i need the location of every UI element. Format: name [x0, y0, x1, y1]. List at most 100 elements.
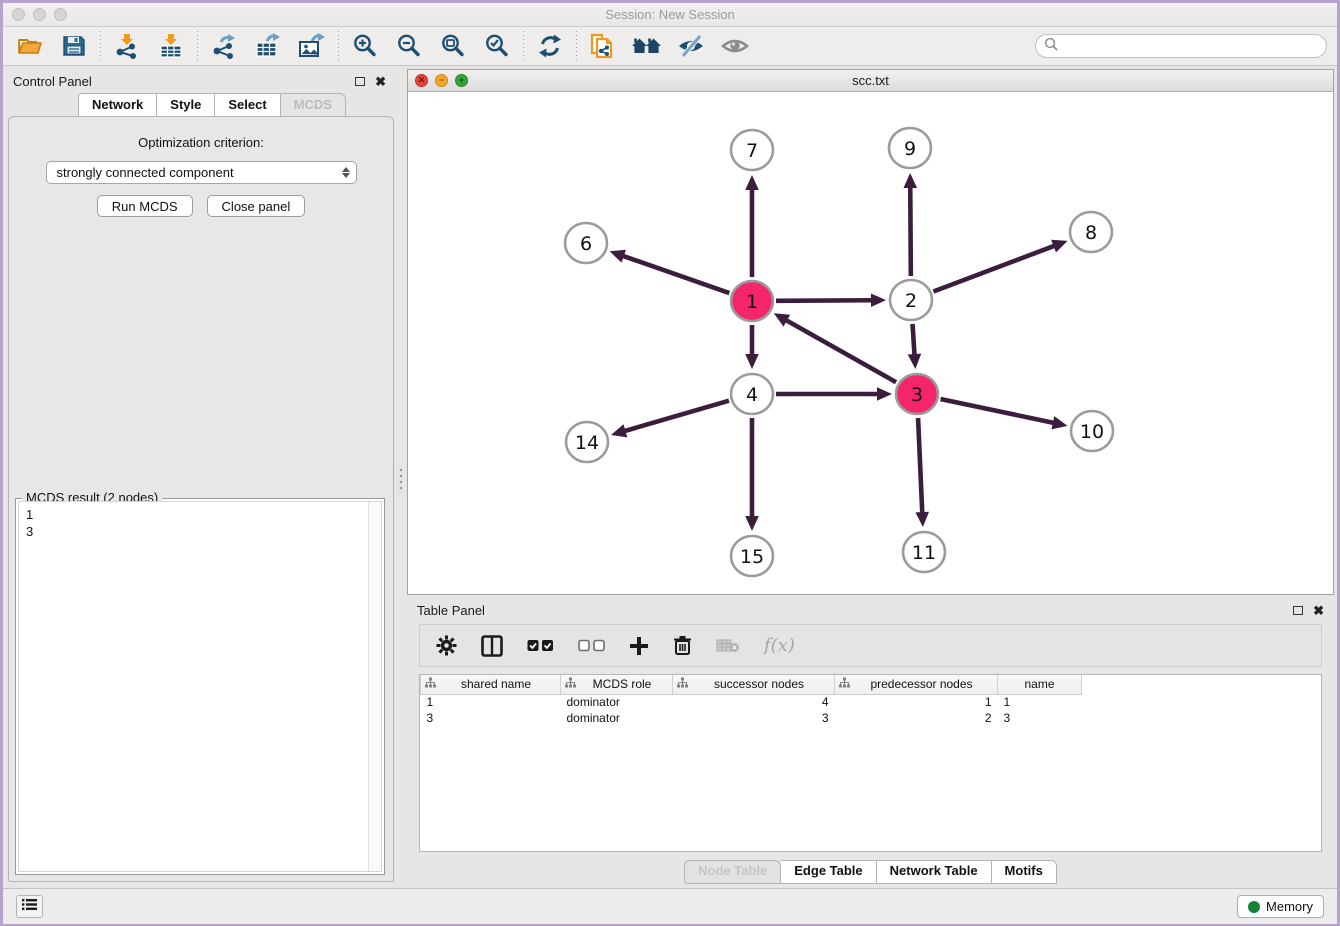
tab-edge-table[interactable]: Edge Table [781, 860, 876, 884]
tab-motifs[interactable]: Motifs [992, 860, 1057, 884]
table-cell[interactable]: 3 [998, 710, 1082, 726]
network-canvas[interactable]: 7 9 6 8 1 2 4 3 14 10 15 11 [408, 92, 1333, 594]
split-columns-icon[interactable] [481, 635, 503, 657]
graph-node-14[interactable]: 14 [566, 422, 608, 462]
zoom-in-button[interactable] [348, 31, 382, 61]
node-label: 10 [1080, 421, 1104, 443]
node-label: 4 [746, 384, 758, 406]
node-table[interactable]: shared nameMCDS rolesuccessor nodesprede… [419, 674, 1322, 852]
graph-node-15[interactable]: 15 [731, 536, 773, 576]
table-cell[interactable]: 3 [673, 710, 835, 726]
import-table-icon [158, 33, 184, 59]
open-session-button[interactable] [13, 31, 47, 61]
import-network-icon [114, 33, 140, 59]
graph-node-9[interactable]: 9 [889, 128, 931, 168]
table-panel-title: Table Panel [417, 603, 1293, 618]
column-header[interactable]: predecessor nodes [835, 675, 998, 694]
table-row[interactable]: 3dominator323 [421, 710, 1082, 726]
column-header[interactable]: name [998, 675, 1082, 694]
import-network-button[interactable] [110, 31, 144, 61]
tab-network[interactable]: Network [78, 93, 157, 117]
select-all-checkboxes-icon[interactable] [527, 639, 554, 652]
table-cell[interactable]: dominator [561, 710, 673, 726]
table-cell[interactable]: 1 [835, 694, 998, 710]
toolbar-separator [338, 31, 339, 61]
table-cell[interactable]: dominator [561, 694, 673, 710]
graph-edge[interactable] [776, 300, 873, 301]
memory-button[interactable]: Memory [1237, 895, 1324, 918]
table-cell[interactable]: 1 [998, 694, 1082, 710]
graph-edge[interactable] [622, 256, 729, 294]
home-icon-button[interactable] [630, 31, 664, 61]
graph-edge[interactable] [918, 418, 922, 514]
zoom-fit-button[interactable] [436, 31, 470, 61]
optimization-criterion-select[interactable]: strongly connected component [46, 161, 357, 184]
close-table-panel-icon[interactable]: ✖ [1313, 604, 1324, 617]
tab-select[interactable]: Select [215, 93, 280, 117]
graph-node-1[interactable]: 1 [731, 281, 773, 321]
close-panel-button[interactable]: Close panel [207, 195, 306, 217]
table-cell[interactable]: 2 [835, 710, 998, 726]
zoom-selected-button[interactable] [480, 31, 514, 61]
graph-node-8[interactable]: 8 [1070, 212, 1112, 252]
tab-style[interactable]: Style [157, 93, 215, 117]
clear-checkboxes-icon[interactable] [578, 639, 605, 652]
zoom-out-button[interactable] [392, 31, 426, 61]
vertical-splitter[interactable] [396, 69, 407, 888]
graph-node-2[interactable]: 2 [890, 280, 932, 320]
column-header[interactable]: MCDS role [561, 675, 673, 694]
graph-edge[interactable] [940, 399, 1054, 423]
run-mcds-button[interactable]: Run MCDS [97, 195, 193, 217]
export-image-button[interactable] [295, 31, 329, 61]
close-panel-icon[interactable]: ✖ [375, 75, 386, 88]
hide-selected-button[interactable] [674, 31, 708, 61]
show-all-button[interactable] [718, 31, 752, 61]
graph-node-3[interactable]: 3 [896, 374, 938, 414]
save-session-button[interactable] [57, 31, 91, 61]
delete-column-icon[interactable] [673, 635, 692, 656]
graph-edge[interactable] [933, 245, 1055, 291]
toolbar-separator [576, 31, 577, 61]
graph-edge[interactable] [785, 320, 896, 383]
tab-network-table[interactable]: Network Table [877, 860, 992, 884]
result-scrollbar[interactable] [368, 502, 381, 871]
float-panel-icon[interactable] [355, 77, 365, 86]
network-from-selection-button[interactable] [586, 31, 620, 61]
add-column-icon[interactable] [629, 636, 649, 656]
network-window-title: scc.txt [408, 73, 1333, 88]
node-label: 2 [905, 290, 917, 312]
column-header[interactable]: shared name [421, 675, 561, 694]
import-table-button[interactable] [154, 31, 188, 61]
graph-node-11[interactable]: 11 [903, 532, 945, 572]
table-cell[interactable]: 4 [673, 694, 835, 710]
table-cell[interactable]: 3 [421, 710, 561, 726]
network-graph[interactable]: 7 9 6 8 1 2 4 3 14 10 15 11 [408, 92, 1332, 594]
mcds-result-text[interactable]: 13 [19, 502, 368, 871]
graph-node-10[interactable]: 10 [1071, 411, 1113, 451]
mcds-result-group: MCDS result (2 nodes) 13 [15, 498, 385, 875]
export-table-button[interactable] [251, 31, 285, 61]
search-input[interactable] [1063, 39, 1318, 53]
task-history-button[interactable] [16, 895, 43, 918]
refresh-layout-button[interactable] [533, 31, 567, 61]
mcds-panel-content: Optimization criterion: strongly connect… [8, 116, 394, 882]
gear-icon[interactable] [436, 635, 457, 656]
tab-node-table[interactable]: Node Table [684, 860, 781, 884]
table-row[interactable]: 1dominator411 [421, 694, 1082, 710]
graph-node-4[interactable]: 4 [731, 374, 773, 414]
tab-mcds[interactable]: MCDS [281, 93, 346, 117]
graph-edge[interactable] [910, 186, 911, 276]
column-header[interactable]: successor nodes [673, 675, 835, 694]
mcds-result-line: 1 [26, 506, 368, 523]
table-cell[interactable]: 1 [421, 694, 561, 710]
float-table-panel-icon[interactable] [1293, 606, 1303, 615]
export-network-button[interactable] [207, 31, 241, 61]
node-label: 1 [746, 291, 758, 313]
search-field[interactable] [1035, 34, 1327, 58]
edge-arrowhead-icon [903, 173, 917, 188]
graph-node-7[interactable]: 7 [731, 130, 773, 170]
window-title: Session: New Session [3, 7, 1337, 22]
graph-node-6[interactable]: 6 [565, 223, 607, 263]
graph-edge[interactable] [913, 324, 915, 356]
graph-edge[interactable] [623, 401, 728, 432]
